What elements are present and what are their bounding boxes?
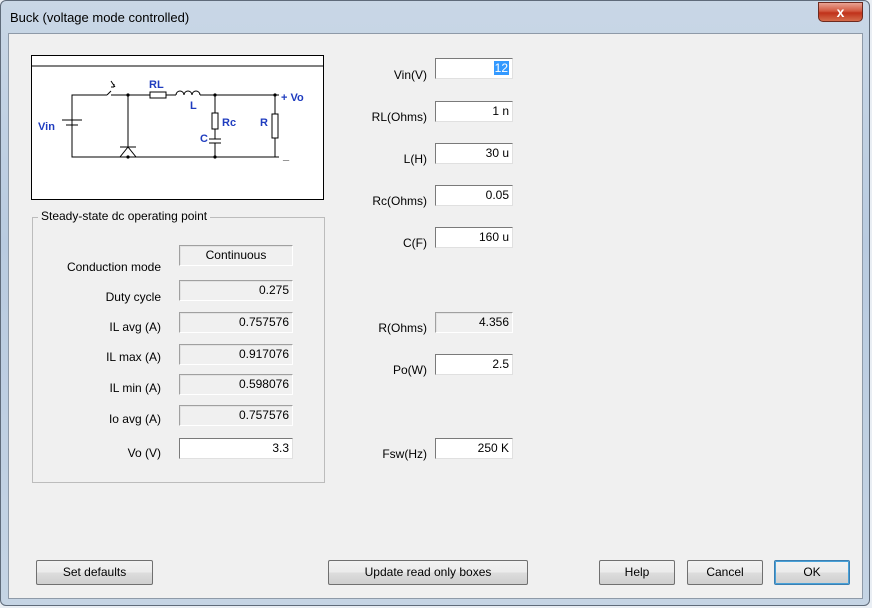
buck-schematic: Vin RL L Rc C R + Vo _ bbox=[32, 65, 323, 162]
vo-input[interactable]: 3.3 bbox=[179, 438, 293, 459]
close-icon: x bbox=[836, 4, 845, 20]
help-button[interactable]: Help bbox=[599, 560, 675, 585]
title-bar: Buck (voltage mode controlled) x bbox=[1, 1, 869, 33]
io-avg-label: Io avg (A) bbox=[108, 412, 161, 426]
vin-label: Vin bbox=[38, 121, 55, 133]
ok-button[interactable]: OK bbox=[774, 560, 850, 585]
io-avg-value: 0.757576 bbox=[179, 405, 293, 426]
cancel-button[interactable]: Cancel bbox=[687, 560, 763, 585]
c-input[interactable]: 160 u bbox=[435, 227, 513, 248]
il-max-value: 0.917076 bbox=[179, 344, 293, 365]
dialog-client-area: Vin RL L Rc C R + Vo _ Steady-state dc o… bbox=[8, 33, 863, 599]
rc-field-label: Rc(Ohms) bbox=[372, 194, 427, 208]
conduction-mode-value: Continuous bbox=[179, 245, 293, 266]
il-min-value: 0.598076 bbox=[179, 374, 293, 395]
vin-input-value: 12 bbox=[493, 61, 509, 75]
rc-input[interactable]: 0.05 bbox=[435, 185, 513, 206]
rl-input[interactable]: 1 n bbox=[435, 101, 513, 122]
duty-cycle-value: 0.275 bbox=[179, 280, 293, 301]
vin-field-label: Vin(V) bbox=[393, 68, 427, 82]
r-label: R bbox=[260, 117, 268, 129]
close-button[interactable]: x bbox=[818, 2, 863, 22]
r-field-label: R(Ohms) bbox=[378, 321, 427, 335]
rl-label: RL bbox=[149, 79, 164, 91]
duty-cycle-label: Duty cycle bbox=[105, 290, 161, 304]
steady-state-legend: Steady-state dc operating point bbox=[38, 209, 211, 223]
po-field-label: Po(W) bbox=[393, 363, 427, 377]
conduction-mode-label: Conduction mode bbox=[66, 260, 161, 274]
dialog-window: Buck (voltage mode controlled) x Vin RL … bbox=[0, 0, 870, 606]
il-min-label: IL min (A) bbox=[109, 381, 161, 395]
l-input[interactable]: 30 u bbox=[435, 143, 513, 164]
fsw-input[interactable]: 250 K bbox=[435, 438, 513, 459]
set-defaults-button[interactable]: Set defaults bbox=[36, 560, 153, 585]
rl-field-label: RL(Ohms) bbox=[371, 110, 427, 124]
rc-label: Rc bbox=[222, 117, 236, 129]
vo-label: + Vo bbox=[281, 92, 304, 104]
minus-label: _ bbox=[282, 150, 290, 162]
r-value: 4.356 bbox=[435, 312, 513, 333]
l-label: L bbox=[190, 100, 197, 112]
il-max-label: IL max (A) bbox=[106, 350, 161, 364]
fsw-field-label: Fsw(Hz) bbox=[382, 447, 427, 461]
vo-label-text: Vo (V) bbox=[127, 446, 161, 460]
window-title: Buck (voltage mode controlled) bbox=[10, 10, 190, 25]
il-avg-value: 0.757576 bbox=[179, 312, 293, 333]
vin-input[interactable]: 12 bbox=[435, 58, 513, 79]
circuit-diagram: Vin RL L Rc C R + Vo _ bbox=[31, 55, 324, 200]
c-field-label: C(F) bbox=[403, 236, 427, 250]
update-read-only-button[interactable]: Update read only boxes bbox=[328, 560, 528, 585]
po-input[interactable]: 2.5 bbox=[435, 354, 513, 375]
il-avg-label: IL avg (A) bbox=[109, 320, 161, 334]
l-field-label: L(H) bbox=[403, 152, 427, 166]
c-label: C bbox=[200, 133, 208, 145]
